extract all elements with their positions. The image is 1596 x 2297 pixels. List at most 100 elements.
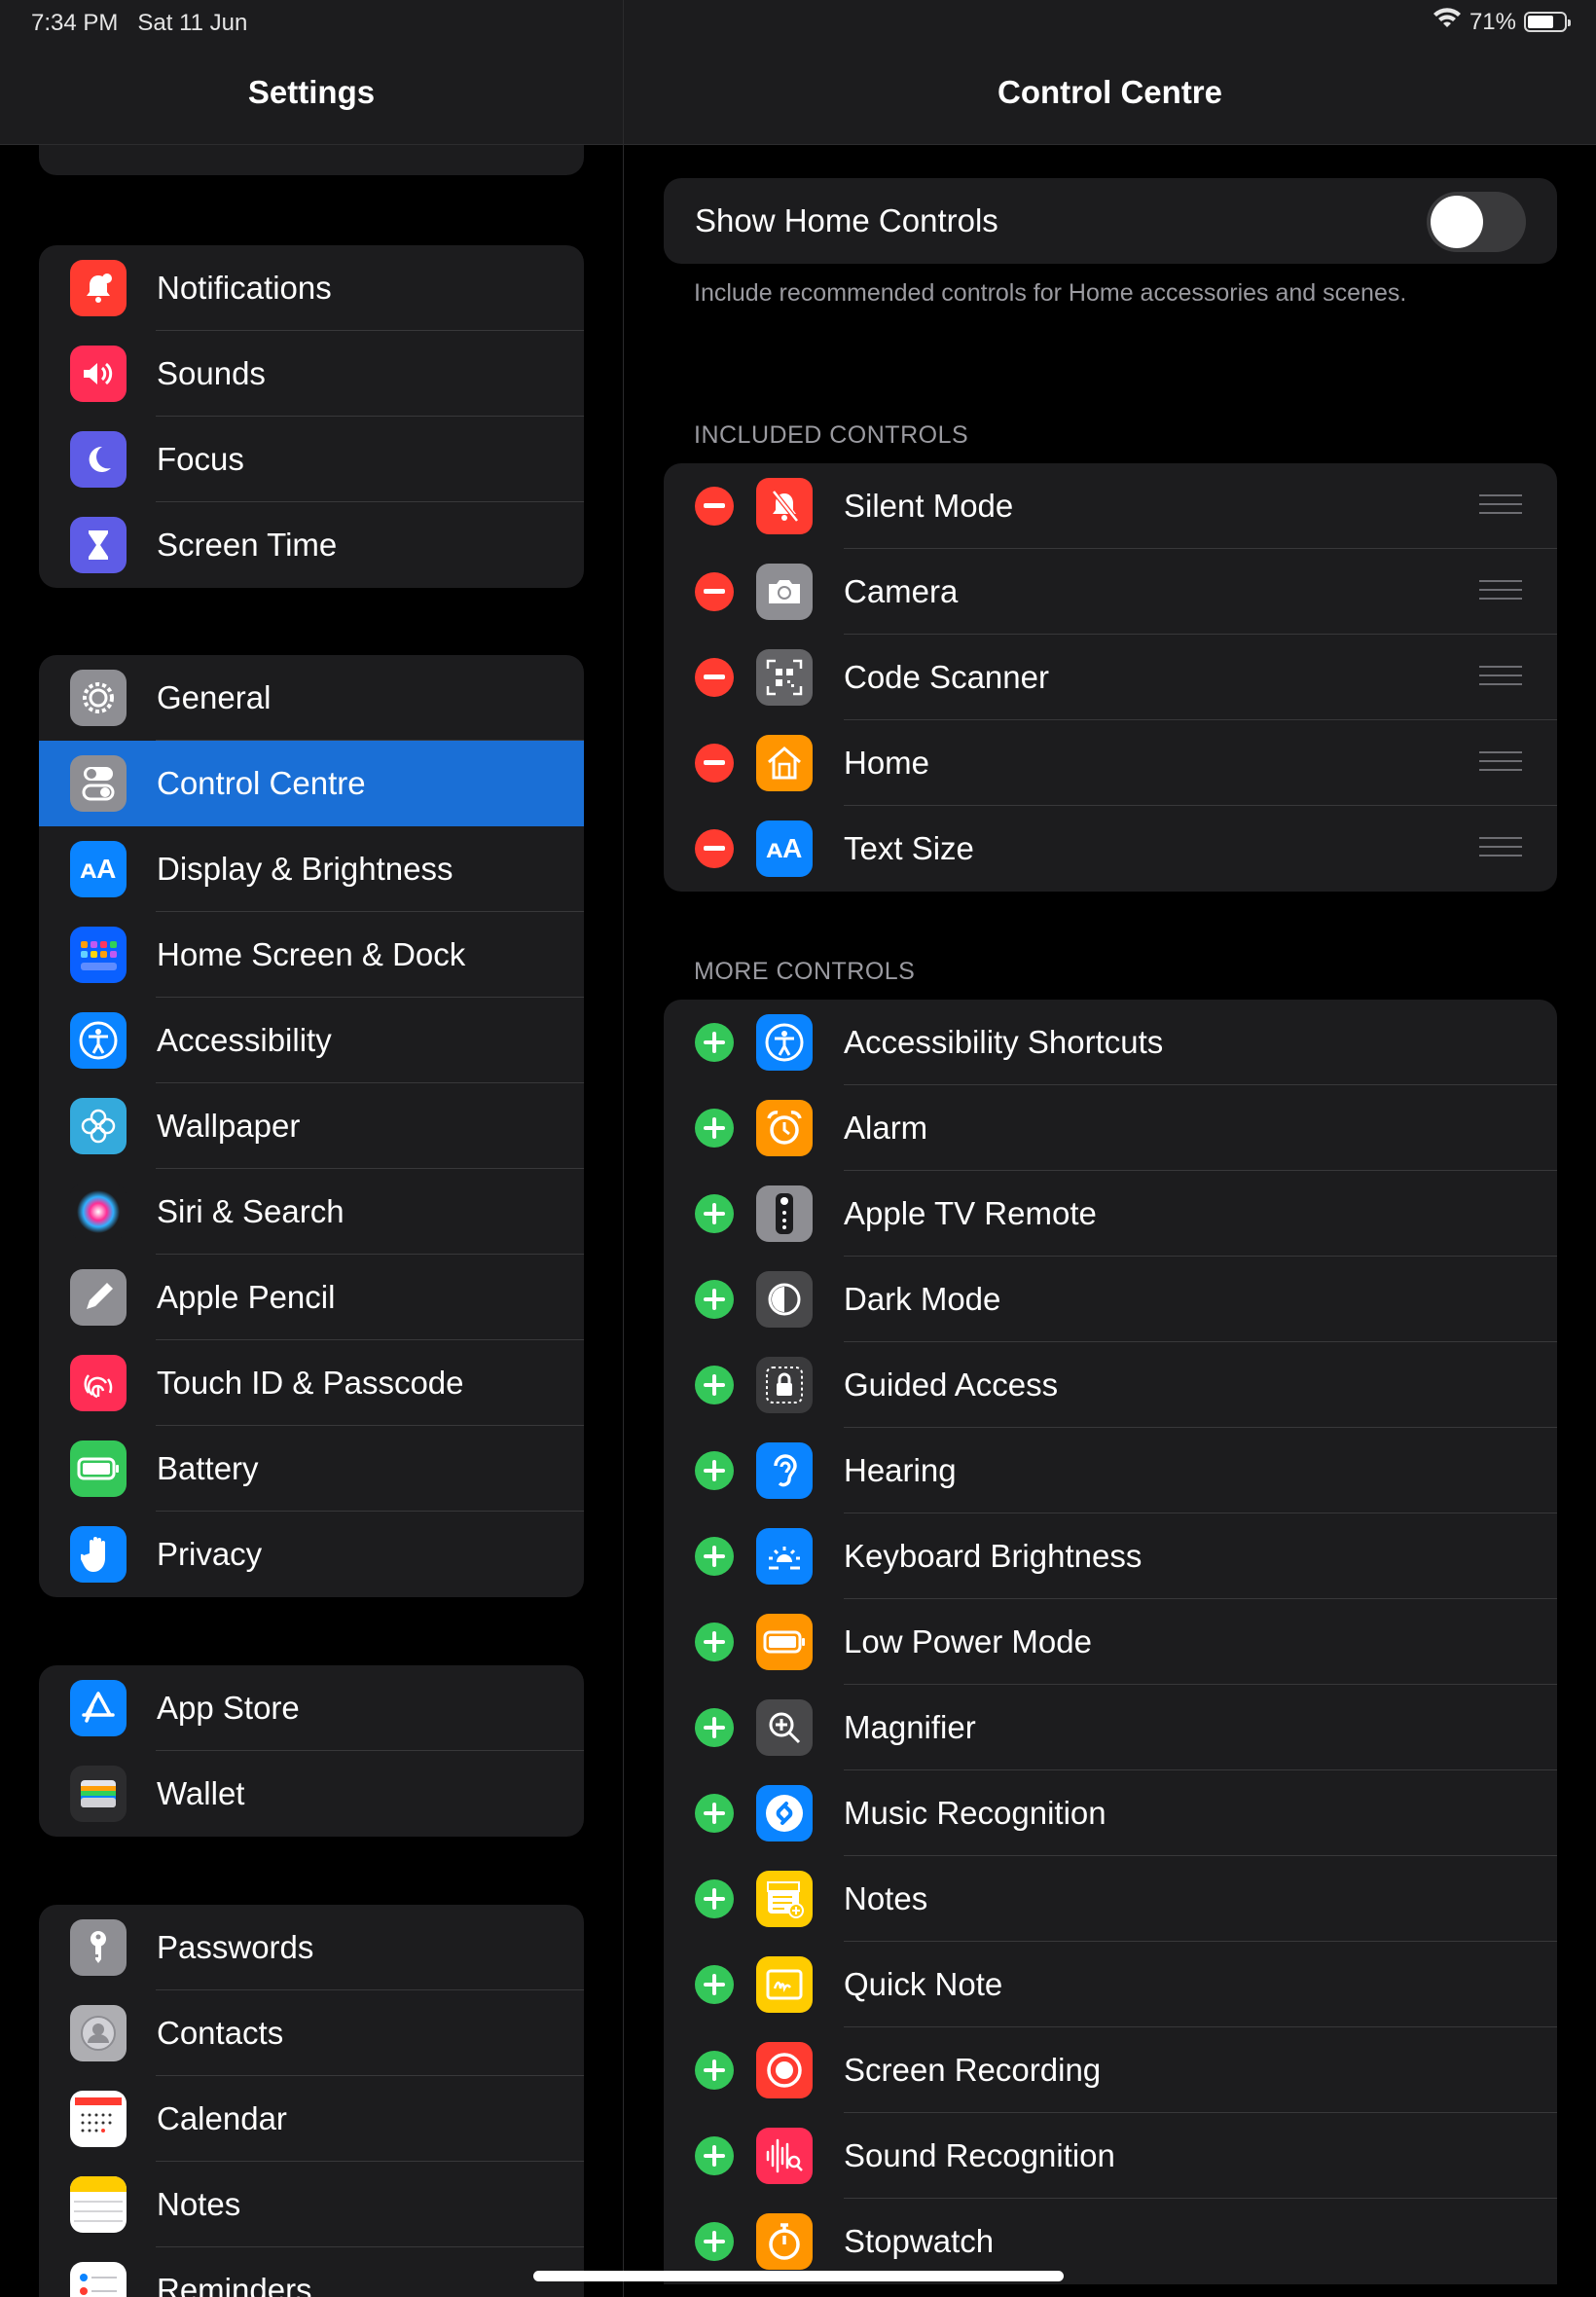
contacts-icon (70, 2005, 127, 2061)
more-controls-header: MORE CONTROLS (694, 958, 916, 985)
toggle-knob (1431, 196, 1483, 248)
add-control-button[interactable] (695, 1451, 734, 1490)
show-home-controls-toggle[interactable] (1427, 192, 1526, 252)
sidebar-item-label: Battery (157, 1450, 259, 1486)
add-control-button[interactable] (695, 1879, 734, 1918)
moon-icon (70, 431, 127, 488)
reorder-handle-icon[interactable] (1479, 837, 1522, 858)
app-store-icon (70, 1680, 127, 1736)
included-controls-list: Silent Mode Camera Code Scanner Home ᴀA Text … (664, 463, 1557, 892)
control-row-hearing: Hearing (664, 1428, 1557, 1513)
remote-icon (756, 1185, 813, 1242)
control-label: Low Power Mode (844, 1623, 1092, 1659)
remove-control-button[interactable] (695, 487, 734, 526)
sidebar-item-touch-id-passcode[interactable]: Touch ID & Passcode (39, 1340, 584, 1426)
settings-sidebar: Settings Notifications Sounds Focus Screen … (0, 0, 623, 2297)
dark-mode-icon (756, 1271, 813, 1328)
add-control-button[interactable] (695, 1366, 734, 1404)
battery-icon (756, 1614, 813, 1670)
sidebar-item-battery[interactable]: Battery (39, 1426, 584, 1512)
sidebar-item-display-brightness[interactable]: ᴀA Display & Brightness (39, 826, 584, 912)
sidebar-item-screen-time[interactable]: Screen Time (39, 502, 584, 588)
remove-control-button[interactable] (695, 572, 734, 611)
add-control-button[interactable] (695, 1622, 734, 1661)
siri-icon (70, 1184, 127, 1240)
control-label: Code Scanner (844, 659, 1049, 695)
add-control-button[interactable] (695, 1280, 734, 1319)
sidebar-item-label: Contacts (157, 2015, 284, 2051)
sidebar-item-label: Home Screen & Dock (157, 936, 466, 972)
sidebar-item-accessibility[interactable]: Accessibility (39, 998, 584, 1083)
lock-icon (756, 1357, 813, 1413)
control-centre-detail: Control Centre Show Home Controls Includ… (624, 0, 1596, 2297)
add-control-button[interactable] (695, 2222, 734, 2261)
sidebar-item-sounds[interactable]: Sounds (39, 331, 584, 417)
remove-control-button[interactable] (695, 744, 734, 783)
add-control-button[interactable] (695, 2136, 734, 2175)
sidebar-item-reminders[interactable]: Reminders (39, 2247, 584, 2297)
camera-icon (756, 564, 813, 620)
included-controls-header: INCLUDED CONTROLS (694, 421, 969, 449)
sidebar-item-calendar[interactable]: Calendar (39, 2076, 584, 2162)
notes-icon (70, 2176, 127, 2233)
wifi-icon (1433, 8, 1462, 36)
sidebar-item-label: Siri & Search (157, 1193, 345, 1229)
control-row-notes: Notes (664, 1856, 1557, 1942)
sidebar-item-label: General (157, 679, 272, 715)
control-label: Screen Recording (844, 2052, 1102, 2088)
sidebar-item-label: Sounds (157, 355, 266, 391)
sidebar-item-home-screen-dock[interactable]: Home Screen & Dock (39, 912, 584, 998)
reorder-handle-icon[interactable] (1479, 751, 1522, 773)
home-indicator[interactable] (533, 2271, 1064, 2281)
add-control-button[interactable] (695, 1194, 734, 1233)
battery-icon (70, 1440, 127, 1497)
control-label: Camera (844, 573, 959, 609)
add-control-button[interactable] (695, 1965, 734, 2004)
sidebar-item-privacy[interactable]: Privacy (39, 1512, 584, 1597)
speaker-icon (70, 346, 127, 402)
sidebar-item-wallet[interactable]: Wallet (39, 1751, 584, 1837)
add-control-button[interactable] (695, 2051, 734, 2090)
add-control-button[interactable] (695, 1794, 734, 1833)
sidebar-item-wallpaper[interactable]: Wallpaper (39, 1083, 584, 1169)
control-row-alarm: Alarm (664, 1085, 1557, 1171)
reorder-handle-icon[interactable] (1479, 494, 1522, 516)
add-control-button[interactable] (695, 1023, 734, 1062)
calendar-icon (70, 2091, 127, 2147)
add-control-button[interactable] (695, 1708, 734, 1747)
sidebar-item-focus[interactable]: Focus (39, 417, 584, 502)
show-home-controls-row: Show Home Controls (664, 178, 1557, 264)
add-control-button[interactable] (695, 1537, 734, 1576)
add-control-button[interactable] (695, 1109, 734, 1148)
control-label: Quick Note (844, 1966, 1003, 2002)
sidebar-item-label: Control Centre (157, 765, 366, 801)
sidebar-item-contacts[interactable]: Contacts (39, 1990, 584, 2076)
sidebar-item-passwords[interactable]: Passwords (39, 1905, 584, 1990)
control-label: Alarm (844, 1110, 928, 1146)
sidebar-item-app-store[interactable]: App Store (39, 1665, 584, 1751)
sidebar-item-label: Privacy (157, 1536, 263, 1572)
control-label: Accessibility Shortcuts (844, 1024, 1164, 1060)
sidebar-item-siri-search[interactable]: Siri & Search (39, 1169, 584, 1255)
sidebar-item-general[interactable]: General (39, 655, 584, 741)
bell-badge-icon (70, 260, 127, 316)
waveform-icon (756, 2128, 813, 2184)
reorder-handle-icon[interactable] (1479, 580, 1522, 602)
sidebar-item-control-centre[interactable]: Control Centre (39, 741, 584, 826)
remove-control-button[interactable] (695, 658, 734, 697)
control-label: Dark Mode (844, 1281, 1001, 1317)
ear-icon (756, 1442, 813, 1499)
remove-control-button[interactable] (695, 829, 734, 868)
fingerprint-icon (70, 1355, 127, 1411)
status-time: 7:34 PM Sat 11 Jun (31, 10, 248, 36)
note-add-icon (756, 1871, 813, 1927)
control-label: Notes (844, 1880, 928, 1916)
sidebar-item-notifications[interactable]: Notifications (39, 245, 584, 331)
sidebar-item-apple-pencil[interactable]: Apple Pencil (39, 1255, 584, 1340)
control-row-home: Home (664, 720, 1557, 806)
control-row-accessibility-shortcuts: Accessibility Shortcuts (664, 1000, 1557, 1085)
control-row-guided-access: Guided Access (664, 1342, 1557, 1428)
sidebar-group-general: General Control Centre ᴀA Display & Brightn… (39, 655, 584, 1597)
sidebar-item-notes[interactable]: Notes (39, 2162, 584, 2247)
reorder-handle-icon[interactable] (1479, 666, 1522, 687)
